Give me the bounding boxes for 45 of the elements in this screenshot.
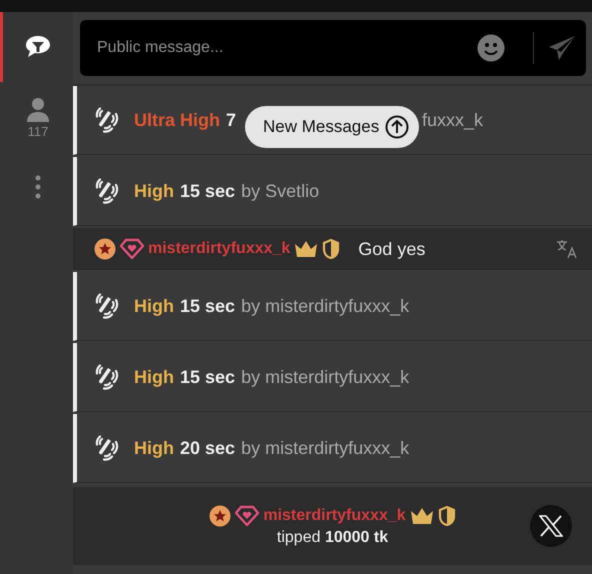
tip-amount: tipped 10000 tk	[276, 529, 388, 547]
duration: 20 sec	[180, 438, 236, 458]
star-badge-icon	[94, 238, 116, 260]
crown-icon	[294, 240, 318, 258]
heart-gem-icon	[120, 238, 144, 260]
heart-gem-icon	[235, 505, 260, 527]
vibrating-toy-icon	[94, 178, 120, 204]
message-field[interactable]: Public message...	[80, 20, 586, 76]
message-text: God yes	[358, 238, 426, 260]
duration: 15 sec	[180, 296, 236, 316]
tipper-name: by misterdirtyfuxxx_k	[241, 296, 410, 316]
duration: 15 sec	[180, 180, 236, 202]
x-logo-button[interactable]	[530, 505, 572, 547]
tipper-name: by Svetlio	[241, 180, 320, 202]
new-messages-button[interactable]: New Messages	[245, 106, 420, 148]
message-input[interactable]: Public message...	[95, 38, 477, 58]
shield-icon	[438, 506, 456, 526]
person-icon[interactable]	[26, 96, 50, 122]
translate-icon[interactable]	[556, 239, 578, 259]
more-options-icon[interactable]	[35, 175, 41, 199]
duration: 7	[226, 110, 236, 130]
tipper-name: by misterdirtyfuxxx_k	[241, 366, 410, 388]
duration: 15 sec	[180, 366, 236, 388]
tipper-name: by misterdirtyfuxxx_k	[241, 438, 410, 458]
smiley-icon[interactable]	[477, 34, 505, 62]
intensity-level: High	[134, 296, 174, 316]
vibrating-toy-icon	[94, 107, 120, 133]
vibrating-toy-icon	[94, 293, 120, 319]
intensity-level: Ultra High	[134, 110, 220, 130]
username[interactable]: misterdirtyfuxxx_k	[263, 507, 406, 525]
vibrating-toy-icon	[94, 435, 120, 461]
intensity-level: High	[134, 366, 174, 388]
sidebar-tab[interactable]: 117	[0, 82, 73, 152]
intensity-level: High	[134, 180, 174, 202]
username[interactable]: misterdirtyfuxxx_k	[148, 240, 290, 258]
shield-icon	[322, 239, 340, 259]
tipper-name: fuxxx_k	[422, 110, 484, 130]
star-badge-icon	[209, 505, 232, 527]
user-count: 117	[28, 124, 48, 138]
chat-bubble-icon[interactable]	[24, 34, 52, 60]
crown-icon	[410, 507, 434, 525]
send-icon[interactable]	[548, 35, 576, 61]
x-logo-icon	[539, 515, 563, 537]
intensity-level: High	[134, 438, 174, 458]
vibrating-toy-icon	[94, 364, 120, 390]
